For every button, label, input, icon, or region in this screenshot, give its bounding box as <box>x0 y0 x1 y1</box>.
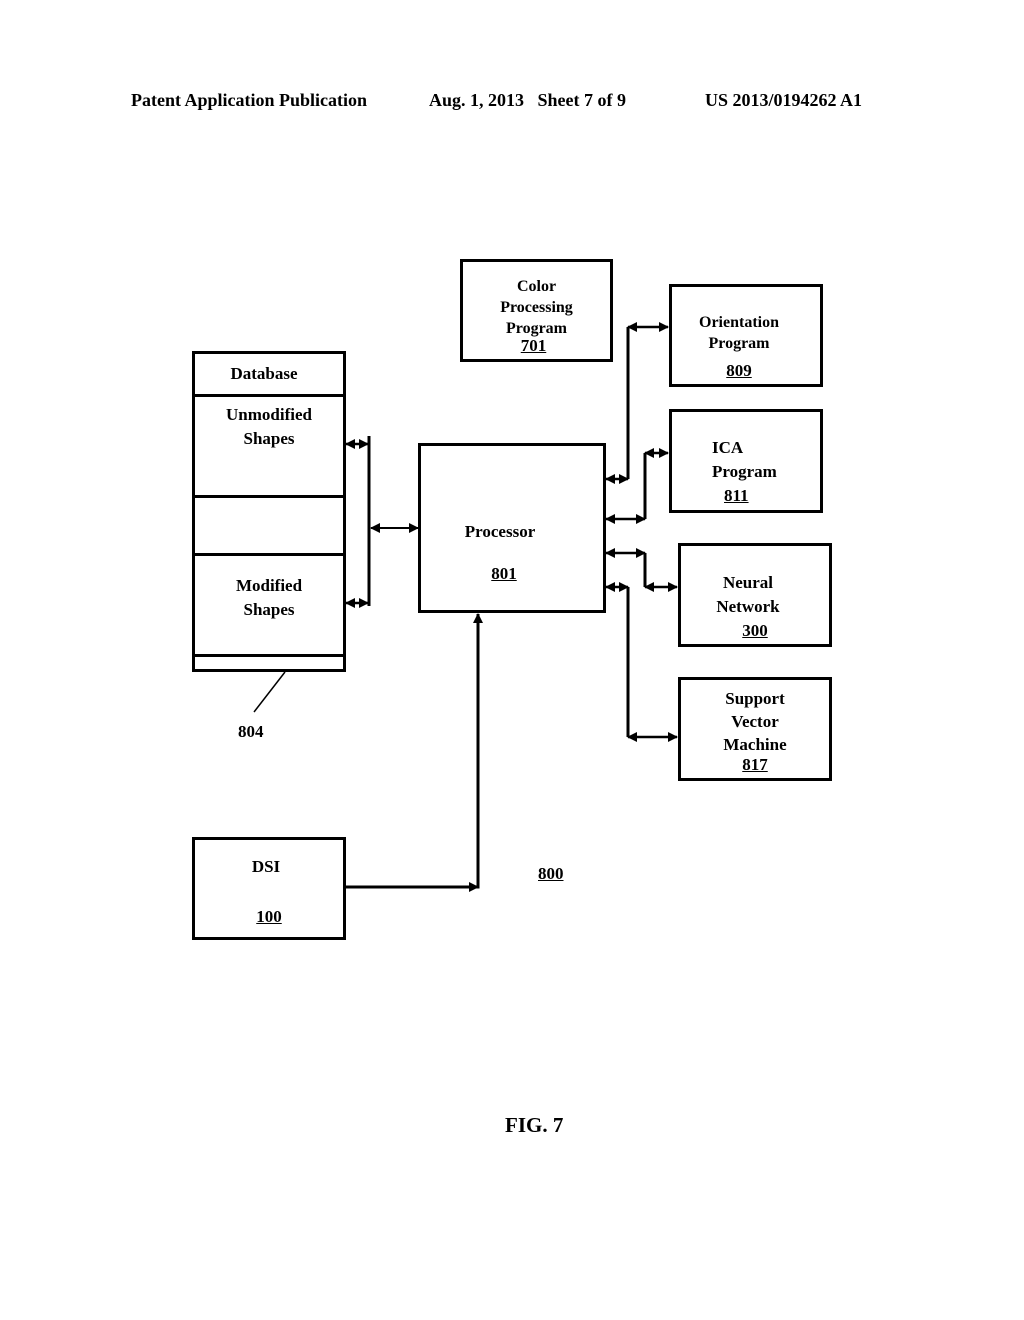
ica-line1: ICA <box>712 438 744 457</box>
unmodified-line1: Unmodified <box>226 405 312 424</box>
modified-line1: Modified <box>235 576 303 595</box>
modified-line2: Shapes <box>243 600 295 619</box>
dsi-ref: 100 <box>256 907 282 926</box>
color-processing-program-box: Color Processing Program 701 <box>460 259 613 362</box>
processor-box: Processor 801 <box>418 443 606 613</box>
database-ref: 804 <box>238 722 264 741</box>
dsi-label: DSI <box>251 857 281 876</box>
database-title: Database <box>230 364 298 383</box>
orientation-program-box: Orientation Program 809 <box>669 284 823 387</box>
processor-ref: 801 <box>491 564 517 583</box>
neural-line2: Network <box>716 597 780 616</box>
color-line1: Color <box>516 278 557 295</box>
processor-label: Processor <box>464 522 536 541</box>
database-divider <box>195 553 343 556</box>
ica-line2: Program <box>712 462 777 481</box>
section-modified-shapes: Modified Shapes <box>195 574 343 622</box>
figure-label: FIG. 7 <box>505 1113 564 1137</box>
unmodified-line2: Shapes <box>243 429 295 448</box>
database-box: Database Unmodified Shapes Modified Shap… <box>192 351 346 672</box>
neural-network-box: Neural Network 300 <box>678 543 832 647</box>
ica-program-box: ICA Program 811 <box>669 409 823 513</box>
neural-line1: Neural <box>722 573 774 592</box>
database-divider <box>195 654 343 657</box>
svm-ref: 817 <box>742 755 768 774</box>
svm-box: Support Vector Machine 817 <box>678 677 832 781</box>
color-ref: 701 <box>520 336 547 355</box>
svm-line3: Machine <box>723 735 787 754</box>
orientation-line2: Program <box>708 335 770 352</box>
ref-804-leader <box>253 671 286 713</box>
database-divider <box>195 394 343 397</box>
section-unmodified-shapes: Unmodified Shapes <box>195 403 343 451</box>
svm-line2: Vector <box>731 712 779 731</box>
system-ref: 800 <box>538 864 564 883</box>
orientation-line1: Orientation <box>699 314 779 331</box>
dsi-processor-arrow <box>346 613 483 889</box>
database-divider <box>195 495 343 498</box>
neural-ref: 300 <box>742 621 768 640</box>
orientation-ref: 809 <box>726 361 752 380</box>
ica-ref: 811 <box>724 486 749 505</box>
svm-line1: Support <box>725 689 785 708</box>
dsi-box: DSI 100 <box>192 837 346 940</box>
color-line2: Processing <box>500 299 573 316</box>
